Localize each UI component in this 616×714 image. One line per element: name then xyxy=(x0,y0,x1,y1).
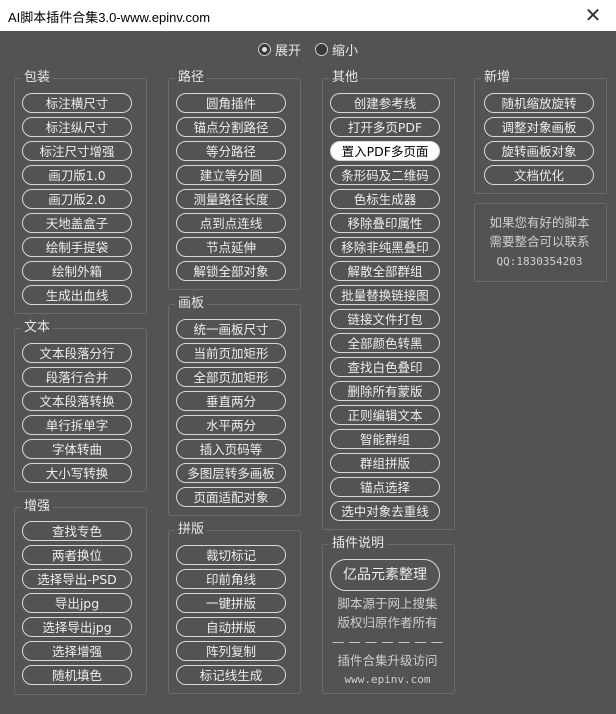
divide-circle-button[interactable]: 建立等分圆 xyxy=(176,165,286,185)
all-pages-add-rect-button[interactable]: 全部页加矩形 xyxy=(176,367,286,387)
ungroup-all-button[interactable]: 解散全部群组 xyxy=(330,261,440,281)
group-text-label: 文本 xyxy=(21,320,54,336)
anchor-split-path-button[interactable]: 锚点分割路径 xyxy=(176,117,286,137)
select-enhanced-button[interactable]: 选择增强 xyxy=(22,641,132,661)
export-selection-jpg-button[interactable]: 选择导出jpg xyxy=(22,617,132,637)
contact-line1: 如果您有好的脚本 xyxy=(489,215,590,230)
radio-unchecked-icon xyxy=(315,42,328,56)
group-path-label: 路径 xyxy=(175,70,208,86)
mark-line-generate-button[interactable]: 标记线生成 xyxy=(176,665,286,685)
remove-duplicate-lines-button[interactable]: 选中对象去重线 xyxy=(330,501,440,521)
outline-fonts-button[interactable]: 字体转曲 xyxy=(22,439,132,459)
collapse-label: 缩小 xyxy=(332,43,359,59)
text-split-paragraph-button[interactable]: 文本段落分行 xyxy=(22,343,132,363)
merge-paragraph-lines-button[interactable]: 段落行合并 xyxy=(22,367,132,387)
info-upgrade-text: 插件合集升级访问 xyxy=(337,653,438,668)
layers-to-artboards-button[interactable]: 多图层转多画板 xyxy=(176,463,286,483)
group-plugin-info-label: 插件说明 xyxy=(329,536,388,552)
group-enhance-label: 增强 xyxy=(21,499,54,515)
radio-checked-icon xyxy=(257,42,271,56)
open-multipage-pdf-button[interactable]: 打开多页PDF xyxy=(330,117,440,137)
delete-all-masks-button[interactable]: 删除所有蒙版 xyxy=(330,381,440,401)
swap-two-button[interactable]: 两者换位 xyxy=(22,545,132,565)
group-packaging-label: 包装 xyxy=(21,70,54,86)
remove-overprint-button[interactable]: 移除叠印属性 xyxy=(330,213,440,233)
export-jpg-button[interactable]: 导出jpg xyxy=(22,593,132,613)
title-bar: AI脚本插件合集3.0-www.epinv.com ✕ xyxy=(0,0,616,31)
all-colors-to-black-button[interactable]: 全部颜色转黑 xyxy=(330,333,440,353)
expand-label: 展开 xyxy=(274,43,301,59)
regex-edit-text-button[interactable]: 正则编辑文本 xyxy=(330,405,440,425)
create-guides-button[interactable]: 创建参考线 xyxy=(330,93,440,113)
label-horizontal-size-button[interactable]: 标注横尺寸 xyxy=(22,93,132,113)
group-other-label: 其他 xyxy=(329,70,362,86)
smart-group-button[interactable]: 智能群组 xyxy=(330,429,440,449)
collapse-radio[interactable]: 缩小 xyxy=(315,40,358,59)
one-click-imposition-button[interactable]: 一键拼版 xyxy=(176,593,286,613)
batch-replace-links-button[interactable]: 批量替换链接图 xyxy=(330,285,440,305)
die-line-v1-button[interactable]: 画刀版1.0 xyxy=(22,165,132,185)
document-optimize-button[interactable]: 文档优化 xyxy=(484,165,594,185)
label-vertical-size-button[interactable]: 标注纵尺寸 xyxy=(22,117,132,137)
find-spot-color-button[interactable]: 查找专色 xyxy=(22,521,132,541)
point-to-point-line-button[interactable]: 点到点连线 xyxy=(176,213,286,233)
draw-outer-box-button[interactable]: 绘制外箱 xyxy=(22,261,132,281)
unify-artboard-size-button[interactable]: 统一画板尺寸 xyxy=(176,319,286,339)
info-divider: — — — — — — — xyxy=(331,634,444,649)
array-copy-button[interactable]: 阵列复制 xyxy=(176,641,286,661)
barcode-qrcode-button[interactable]: 条形码及二维码 xyxy=(330,165,440,185)
horizontal-halves-button[interactable]: 水平两分 xyxy=(176,415,286,435)
prepress-corner-lines-button[interactable]: 印前角线 xyxy=(176,569,286,589)
node-extend-button[interactable]: 节点延伸 xyxy=(176,237,286,257)
rotate-artboard-object-button[interactable]: 旋转画板对象 xyxy=(484,141,594,161)
find-white-overprint-button[interactable]: 查找白色叠印 xyxy=(330,357,440,377)
remove-non-black-overprint-button[interactable]: 移除非纯黑叠印 xyxy=(330,237,440,257)
die-line-v2-button[interactable]: 画刀版2.0 xyxy=(22,189,132,209)
window-title: AI脚本插件合集3.0-www.epinv.com xyxy=(8,10,211,25)
random-scale-rotate-button[interactable]: 随机缩放旋转 xyxy=(484,93,594,113)
expand-radio[interactable]: 展开 xyxy=(257,40,301,59)
case-convert-button[interactable]: 大小写转换 xyxy=(22,463,132,483)
export-selection-psd-button[interactable]: 选择导出-PSD xyxy=(22,569,132,589)
divide-path-button[interactable]: 等分路径 xyxy=(176,141,286,161)
color-bar-generator-button[interactable]: 色标生成器 xyxy=(330,189,440,209)
draw-tote-bag-button[interactable]: 绘制手提袋 xyxy=(22,237,132,257)
info-site-text: www.epinv.com xyxy=(344,673,431,686)
contact-line2: 需要整合可以联系 xyxy=(489,234,590,249)
yipin-elements-button[interactable]: 亿品元素整理 xyxy=(330,559,440,591)
unlock-all-objects-button[interactable]: 解锁全部对象 xyxy=(176,261,286,281)
anchor-select-button[interactable]: 锚点选择 xyxy=(330,477,440,497)
current-page-add-rect-button[interactable]: 当前页加矩形 xyxy=(176,343,286,363)
split-line-to-chars-button[interactable]: 单行拆单字 xyxy=(22,415,132,435)
info-source-text: 脚本源于网上搜集 xyxy=(337,596,438,611)
random-fill-button[interactable]: 随机填色 xyxy=(22,665,132,685)
contact-qq: QQ:1830354203 xyxy=(496,255,583,268)
mode-toggle: 展开 缩小 xyxy=(0,39,616,59)
crop-marks-button[interactable]: 裁切标记 xyxy=(176,545,286,565)
lid-box-button[interactable]: 天地盖盒子 xyxy=(22,213,132,233)
fit-page-to-object-button[interactable]: 页面适配对象 xyxy=(176,487,286,507)
text-paragraph-convert-button[interactable]: 文本段落转换 xyxy=(22,391,132,411)
label-size-enhanced-button[interactable]: 标注尺寸增强 xyxy=(22,141,132,161)
place-pdf-pages-button[interactable]: 置入PDF多页面 xyxy=(330,141,440,161)
group-imposition-label: 拼版 xyxy=(175,522,208,538)
round-corner-button[interactable]: 圆角插件 xyxy=(176,93,286,113)
close-icon[interactable]: ✕ xyxy=(570,0,616,31)
package-linked-files-button[interactable]: 链接文件打包 xyxy=(330,309,440,329)
insert-page-number-button[interactable]: 插入页码等 xyxy=(176,439,286,459)
auto-imposition-button[interactable]: 自动拼版 xyxy=(176,617,286,637)
measure-path-length-button[interactable]: 测量路径长度 xyxy=(176,189,286,209)
generate-bleed-button[interactable]: 生成出血线 xyxy=(22,285,132,305)
group-artboard-label: 画板 xyxy=(175,296,208,312)
info-copyright-text: 版权归原作者所有 xyxy=(337,615,438,630)
group-new-label: 新增 xyxy=(481,70,514,86)
group-imposition-button[interactable]: 群组拼版 xyxy=(330,453,440,473)
vertical-halves-button[interactable]: 垂直两分 xyxy=(176,391,286,411)
adjust-object-artboard-button[interactable]: 调整对象画板 xyxy=(484,117,594,137)
